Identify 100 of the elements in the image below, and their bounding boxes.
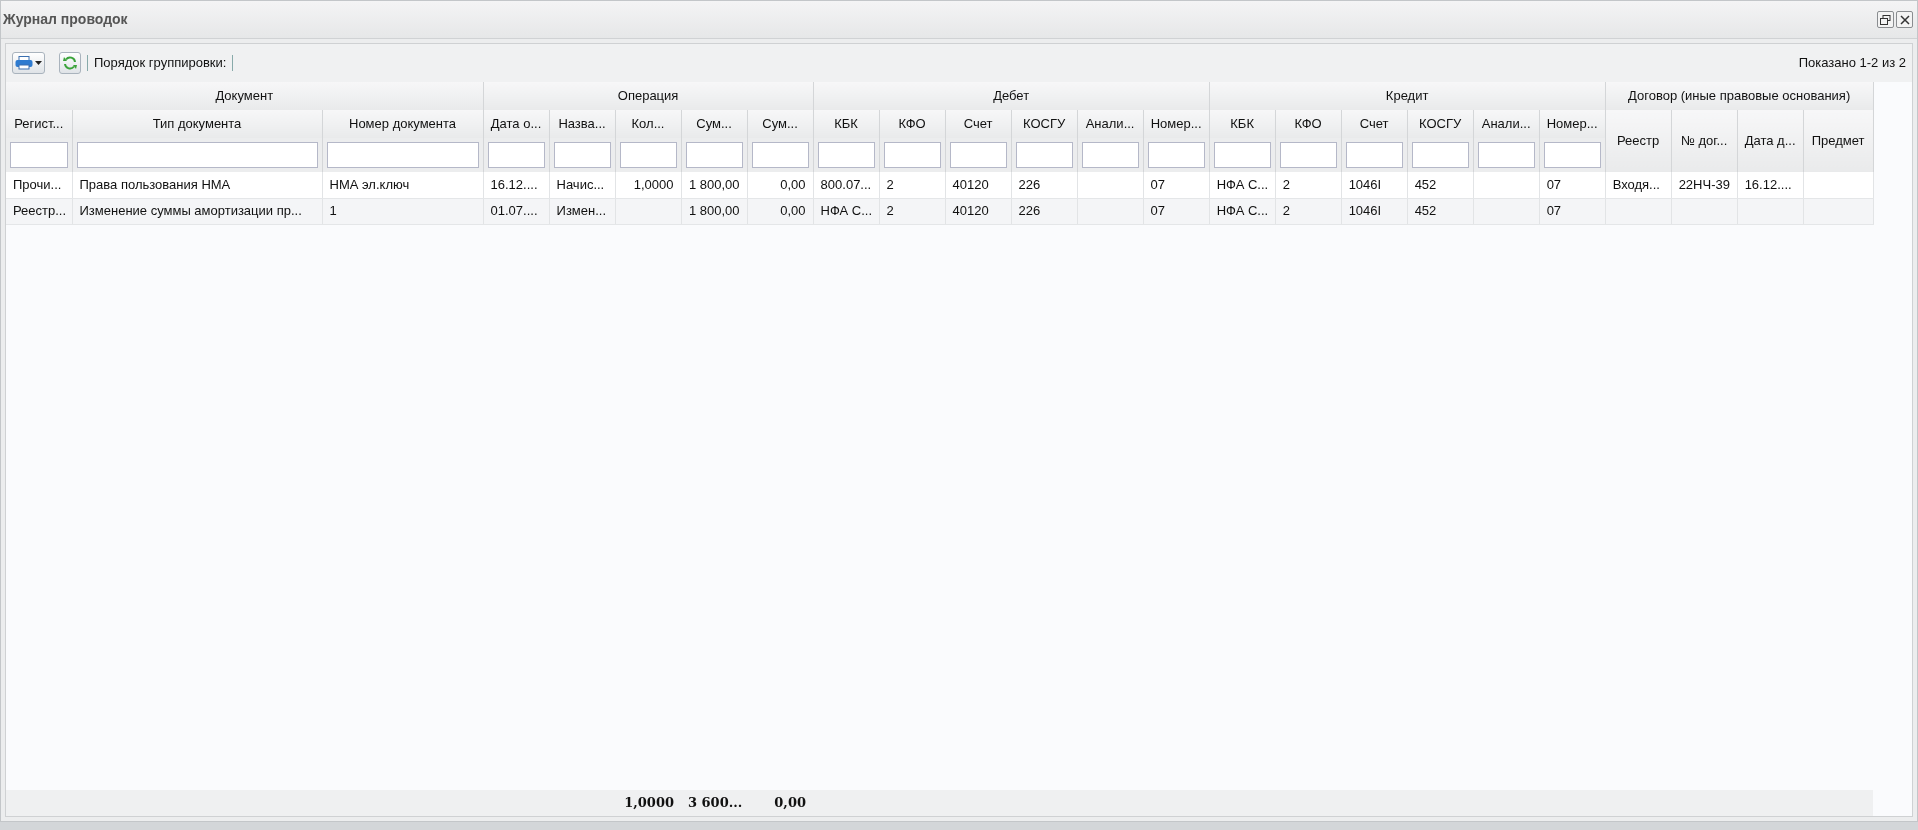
filter-field[interactable] xyxy=(1015,142,1073,168)
column-header[interactable]: КБК xyxy=(1209,110,1276,138)
filter-field[interactable] xyxy=(326,142,479,168)
column-header[interactable]: Предмет xyxy=(1803,110,1874,172)
column-group-header: Договор (иные правовые основания) xyxy=(1605,82,1874,110)
table-cell: 16.12.... xyxy=(1737,172,1804,198)
column-header[interactable]: Дата д... xyxy=(1737,110,1804,172)
total-cell: 0,00 xyxy=(747,790,813,816)
filter-field[interactable] xyxy=(751,142,809,168)
filter-field[interactable] xyxy=(619,142,677,168)
filter-field[interactable] xyxy=(1411,142,1469,168)
total-cell: 3 600... xyxy=(681,790,747,816)
column-group-header: Дебет xyxy=(813,82,1210,110)
table-cell: НФА С... xyxy=(813,198,880,224)
filter-field[interactable] xyxy=(1477,142,1535,168)
filter-field[interactable] xyxy=(685,142,743,168)
column-header[interactable]: КОСГУ xyxy=(1011,110,1078,138)
table-cell: 1 xyxy=(322,198,484,224)
column-header[interactable]: № дог... xyxy=(1671,110,1738,172)
column-header[interactable]: Анали... xyxy=(1473,110,1540,138)
column-header[interactable]: КФО xyxy=(879,110,946,138)
column-group-header: Операция xyxy=(483,82,814,110)
filter-field[interactable] xyxy=(553,142,611,168)
printer-icon xyxy=(15,56,33,70)
column-header[interactable]: Назва... xyxy=(549,110,616,138)
column-header[interactable]: Тип документа xyxy=(72,110,322,138)
table-cell: 0,00 xyxy=(747,198,814,224)
filter-field[interactable] xyxy=(817,142,875,168)
column-header[interactable]: Реестр xyxy=(1605,110,1672,172)
table-cell: НФА С... xyxy=(1209,172,1276,198)
table-cell: НФА С... xyxy=(1209,198,1276,224)
table-cell: 07 xyxy=(1539,172,1606,198)
column-header[interactable]: Дата о... xyxy=(483,110,550,138)
column-header[interactable]: Номер... xyxy=(1143,110,1210,138)
column-header[interactable]: Номер документа xyxy=(322,110,484,138)
column-header[interactable]: Сум... xyxy=(681,110,748,138)
table-cell: 452 xyxy=(1407,172,1474,198)
table-cell: НМА эл.ключ xyxy=(322,172,484,198)
filter-field[interactable] xyxy=(949,142,1007,168)
table-cell: Прочи... xyxy=(6,172,72,198)
filter-field[interactable] xyxy=(1345,142,1403,168)
column-header[interactable]: КОСГУ xyxy=(1407,110,1474,138)
table-cell: 1 800,00 xyxy=(681,198,748,224)
column-header[interactable]: КБК xyxy=(813,110,880,138)
column-group-header: Кредит xyxy=(1209,82,1606,110)
table-cell: 2 xyxy=(1275,172,1342,198)
table-cell: Изменение суммы амортизации пр... xyxy=(72,198,322,224)
table-cell: 226 xyxy=(1011,198,1078,224)
refresh-button[interactable] xyxy=(59,52,81,74)
table-cell: 226 xyxy=(1011,172,1078,198)
column-header[interactable]: Счет xyxy=(945,110,1012,138)
table-cell: 40120 xyxy=(945,172,1012,198)
column-header[interactable]: Номер... xyxy=(1539,110,1606,138)
window-title: Журнал проводок xyxy=(3,10,128,29)
filter-field[interactable] xyxy=(10,142,68,168)
table-cell: 07 xyxy=(1143,172,1210,198)
table-cell: 07 xyxy=(1143,198,1210,224)
table-cell: 07 xyxy=(1539,198,1606,224)
filter-field[interactable] xyxy=(1213,142,1271,168)
table-cell: 1046I xyxy=(1341,172,1408,198)
filter-field[interactable] xyxy=(76,142,318,168)
total-cell: 1,0000 xyxy=(615,790,681,816)
filter-field[interactable] xyxy=(1279,142,1337,168)
table-cell: Входя... xyxy=(1605,172,1672,198)
column-header[interactable]: Анали... xyxy=(1077,110,1144,138)
table-cell: 1046I xyxy=(1341,198,1408,224)
column-group-header: Документ xyxy=(6,82,484,110)
restore-button[interactable] xyxy=(1877,11,1894,28)
table-cell: 0,00 xyxy=(747,172,814,198)
close-button[interactable] xyxy=(1896,11,1913,28)
column-header[interactable]: Кол... xyxy=(615,110,682,138)
refresh-icon xyxy=(62,55,78,71)
table-cell: 2 xyxy=(1275,198,1342,224)
table-cell: Права пользования НМА xyxy=(72,172,322,198)
table-cell: 22НЧ-39 xyxy=(1671,172,1738,198)
column-header[interactable]: Счет xyxy=(1341,110,1408,138)
table-cell: 452 xyxy=(1407,198,1474,224)
close-icon xyxy=(1899,14,1910,25)
table-cell: 40120 xyxy=(945,198,1012,224)
table-cell: 1 800,00 xyxy=(681,172,748,198)
paging-info: Показано 1-2 из 2 xyxy=(1798,54,1906,73)
table-cell: Измен... xyxy=(549,198,616,224)
table-cell: Начис... xyxy=(549,172,616,198)
filter-field[interactable] xyxy=(1147,142,1205,168)
restore-icon xyxy=(1880,14,1891,25)
column-header[interactable]: Регист... xyxy=(6,110,72,138)
table-cell: 2 xyxy=(879,172,946,198)
column-header[interactable]: Сум... xyxy=(747,110,814,138)
grouping-label: Порядок группировки: xyxy=(94,54,227,73)
print-button[interactable] xyxy=(12,52,45,74)
table-cell: 1,0000 xyxy=(615,172,682,198)
filter-field[interactable] xyxy=(487,142,545,168)
filter-field[interactable] xyxy=(1081,142,1139,168)
table-cell: 2 xyxy=(879,198,946,224)
column-header[interactable]: КФО xyxy=(1275,110,1342,138)
filter-field[interactable] xyxy=(883,142,941,168)
table-cell: Реестр... xyxy=(6,198,72,224)
table-cell: 800.07... xyxy=(813,172,880,198)
table-cell: 01.07.... xyxy=(483,198,550,224)
filter-field[interactable] xyxy=(1543,142,1601,168)
